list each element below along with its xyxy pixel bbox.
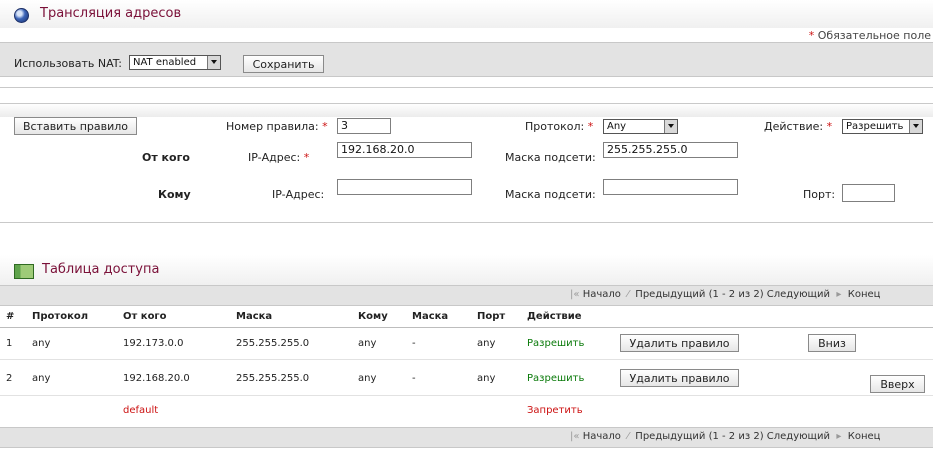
table-row-protocol: any	[32, 338, 51, 349]
chevron-down-icon[interactable]	[207, 56, 220, 69]
table-row-mask2: -	[412, 338, 416, 349]
move-up-button[interactable]: Вверх	[870, 375, 925, 393]
insert-rule-button[interactable]: Вставить правило	[14, 117, 137, 135]
required-note: * Обязательное поле	[809, 29, 931, 42]
delete-rule-button[interactable]: Удалить правило	[620, 334, 739, 352]
access-table-title: Таблица доступа	[42, 262, 160, 277]
table-row-from: 192.168.20.0	[123, 373, 190, 384]
move-down-button[interactable]: Вниз	[808, 334, 856, 352]
protocol-select-value: Any	[607, 121, 627, 132]
from-ip-input[interactable]: 192.168.20.0	[337, 142, 472, 158]
from-mask-input[interactable]: 255.255.255.0	[603, 142, 738, 158]
chevron-down-icon[interactable]	[909, 120, 922, 133]
pager-range: (1 - 2 из 2)	[708, 431, 764, 442]
to-ip-label: IP-Адрес:	[272, 188, 325, 201]
nat-label: Использовать NAT:	[14, 57, 123, 70]
default-row-action: Запретить	[527, 405, 583, 416]
table-row-port: any	[477, 373, 496, 384]
pager-last[interactable]: Конец	[848, 431, 881, 442]
table-row-from: 192.173.0.0	[123, 338, 184, 349]
required-note-text: Обязательное поле	[817, 29, 931, 42]
table-row-action: Разрешить	[527, 373, 585, 384]
pager-first[interactable]: Начало	[583, 289, 621, 300]
col-to: Кому	[358, 311, 388, 322]
col-action: Действие	[527, 311, 582, 322]
delete-rule-button[interactable]: Удалить правило	[620, 369, 739, 387]
nat-select-value: NAT enabled	[133, 57, 197, 68]
table-row-action: Разрешить	[527, 338, 585, 349]
default-row-label: default	[123, 405, 159, 416]
pager-top-controls: |« Начало ⁄ Предыдущий (1 - 2 из 2) След…	[570, 289, 881, 300]
pager-next[interactable]: Следующий	[767, 289, 830, 300]
col-from: От кого	[123, 311, 167, 322]
save-button[interactable]: Сохранить	[243, 55, 324, 73]
pager-prev[interactable]: Предыдущий	[635, 289, 705, 300]
table-row-protocol: any	[32, 373, 51, 384]
globe-icon	[14, 8, 29, 23]
col-mask2: Маска	[412, 311, 449, 322]
table-row-mask: 255.255.255.0	[236, 338, 310, 349]
table-row-mask2: -	[412, 373, 416, 384]
last-page-icon: ▸	[833, 289, 845, 300]
to-label: Кому	[158, 188, 191, 201]
table-row-to: any	[358, 338, 377, 349]
page-title: Трансляция адресов	[40, 6, 182, 21]
table-row-port: any	[477, 338, 496, 349]
from-ip-label: IP-Адрес: *	[248, 151, 310, 164]
from-mask-label: Маска подсети:	[505, 151, 596, 164]
required-asterisk: *	[808, 29, 815, 42]
col-num: #	[6, 311, 15, 322]
protocol-select[interactable]: Any	[603, 119, 678, 134]
pager-next[interactable]: Следующий	[767, 431, 830, 442]
nat-select[interactable]: NAT enabled	[129, 55, 221, 70]
first-page-icon: |«	[570, 431, 580, 442]
rule-number-label: Номер правила: *	[226, 120, 328, 133]
to-mask-input[interactable]	[603, 179, 738, 195]
action-label: Действие: *	[764, 120, 833, 133]
rule-number-input[interactable]: 3	[337, 118, 391, 134]
from-label: От кого	[142, 151, 190, 164]
col-protocol: Протокол	[32, 311, 89, 322]
table-row-num: 1	[6, 338, 13, 349]
col-mask: Маска	[236, 311, 273, 322]
first-page-icon: |«	[570, 289, 580, 300]
table-row-to: any	[358, 373, 377, 384]
pager-first[interactable]: Начало	[583, 431, 621, 442]
port-label: Порт:	[803, 188, 836, 201]
table-row-mask: 255.255.255.0	[236, 373, 310, 384]
table-row-num: 2	[6, 373, 13, 384]
to-port-input[interactable]	[842, 184, 895, 202]
table-icon	[14, 264, 34, 279]
pager-range: (1 - 2 из 2)	[708, 289, 764, 300]
protocol-label: Протокол: *	[525, 120, 594, 133]
pager-bottom-controls: |« Начало ⁄ Предыдущий (1 - 2 из 2) След…	[570, 431, 881, 442]
last-page-icon: ▸	[833, 431, 845, 442]
action-select[interactable]: Разрешить	[842, 119, 923, 134]
to-ip-input[interactable]	[337, 179, 472, 195]
col-port: Порт	[477, 311, 506, 322]
pager-last[interactable]: Конец	[848, 289, 881, 300]
chevron-down-icon[interactable]	[664, 120, 677, 133]
pager-prev[interactable]: Предыдущий	[635, 431, 705, 442]
to-mask-label: Маска подсети:	[505, 188, 596, 201]
action-select-value: Разрешить	[846, 121, 904, 132]
